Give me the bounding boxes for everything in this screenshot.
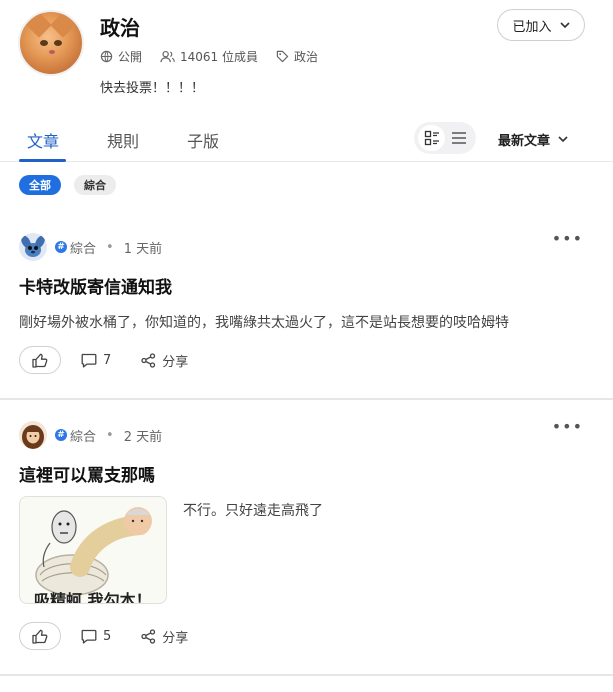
filter-chips: 全部 綜合 xyxy=(19,175,129,195)
post-actions: 7 分享 xyxy=(19,346,218,374)
share-button[interactable]: 分享 xyxy=(141,627,188,646)
tag-icon xyxy=(276,50,289,63)
post-header: # 綜合 • 1 天前 xyxy=(19,233,162,261)
group-avatar xyxy=(18,10,84,76)
share-label: 分享 xyxy=(162,354,189,370)
thumbnail-caption: 吸精蚵 我勾本！ xyxy=(34,591,152,604)
visibility-label: 公開 xyxy=(118,50,143,64)
separator-dot: • xyxy=(106,427,114,443)
comment-icon xyxy=(81,629,97,644)
group-header: 政治 公開 14061 位成員 政治 快去投票！！！！ 已加入 xyxy=(0,0,613,110)
comment-icon xyxy=(81,353,97,368)
more-options-icon[interactable]: ••• xyxy=(552,417,583,436)
board-icon: # xyxy=(55,429,67,441)
post-title[interactable]: 卡特改版寄信通知我 xyxy=(19,273,172,298)
members-count: 14061 位成員 xyxy=(180,50,259,64)
sort-label: 最新文章 xyxy=(498,134,551,149)
tab-articles[interactable]: 文章 xyxy=(27,128,59,152)
members-icon xyxy=(160,50,175,63)
group-name: 政治 xyxy=(100,16,140,40)
joined-label: 已加入 xyxy=(512,19,552,35)
more-options-icon[interactable]: ••• xyxy=(552,229,583,248)
board-icon: # xyxy=(55,241,67,253)
comment-count: 5 xyxy=(103,628,112,644)
tab-subboards[interactable]: 子版 xyxy=(187,128,219,152)
comment-button[interactable]: 7 xyxy=(81,353,111,368)
board-name[interactable]: 綜合 xyxy=(70,426,96,445)
avatar[interactable] xyxy=(19,233,47,261)
like-button[interactable] xyxy=(19,346,61,374)
post-title[interactable]: 這裡可以罵支那嗎 xyxy=(19,461,155,486)
post-time: 2 天前 xyxy=(123,429,163,445)
members-info: 14061 位成員 xyxy=(160,48,258,65)
post-divider xyxy=(0,674,613,676)
active-tab-indicator xyxy=(19,159,66,162)
post-header: # 綜合 • 2 天前 xyxy=(19,421,162,449)
post-excerpt: 剛好場外被水桶了，你知道的，我嘴綠共太過火了，這不是站長想要的吱哈姆特 xyxy=(19,315,509,331)
post-time: 1 天前 xyxy=(123,241,163,257)
list-view-icon xyxy=(451,132,466,144)
tag-info[interactable]: 政治 xyxy=(276,48,318,65)
view-toggle xyxy=(414,122,476,154)
chevron-down-icon xyxy=(558,136,568,143)
joined-button[interactable]: 已加入 xyxy=(497,9,585,41)
avatar[interactable] xyxy=(19,421,47,449)
filter-chip-all[interactable]: 全部 xyxy=(19,175,61,195)
grid-view-icon xyxy=(424,130,439,146)
post-thumbnail[interactable]: 吸精蚵 我勾本！ xyxy=(19,496,167,604)
group-meta: 公開 14061 位成員 政治 xyxy=(100,48,336,65)
tab-rules[interactable]: 規則 xyxy=(107,128,139,152)
comment-button[interactable]: 5 xyxy=(81,629,111,644)
chevron-down-icon xyxy=(559,21,570,28)
like-button[interactable] xyxy=(19,622,61,650)
post-actions: 5 分享 xyxy=(19,622,218,650)
public-icon xyxy=(100,50,113,63)
post-divider xyxy=(0,398,613,400)
comment-count: 7 xyxy=(103,352,112,368)
list-view-button[interactable] xyxy=(445,125,472,151)
thumbs-up-icon xyxy=(32,353,48,368)
separator-dot: • xyxy=(106,239,114,255)
grid-view-button[interactable] xyxy=(418,125,445,151)
group-tagline: 快去投票！！！！ xyxy=(100,81,205,96)
board-name[interactable]: 綜合 xyxy=(70,238,96,257)
post-excerpt: 不行。只好遠走高飛了 xyxy=(183,503,323,519)
thumbs-up-icon xyxy=(32,629,48,644)
share-label: 分享 xyxy=(162,630,189,646)
tag-label: 政治 xyxy=(294,50,319,64)
share-icon xyxy=(141,352,156,368)
visibility-info: 公開 xyxy=(100,48,142,65)
sort-dropdown[interactable]: 最新文章 xyxy=(498,130,568,149)
share-button[interactable]: 分享 xyxy=(141,351,188,370)
filter-chip-general[interactable]: 綜合 xyxy=(74,175,116,195)
share-icon xyxy=(141,628,156,644)
